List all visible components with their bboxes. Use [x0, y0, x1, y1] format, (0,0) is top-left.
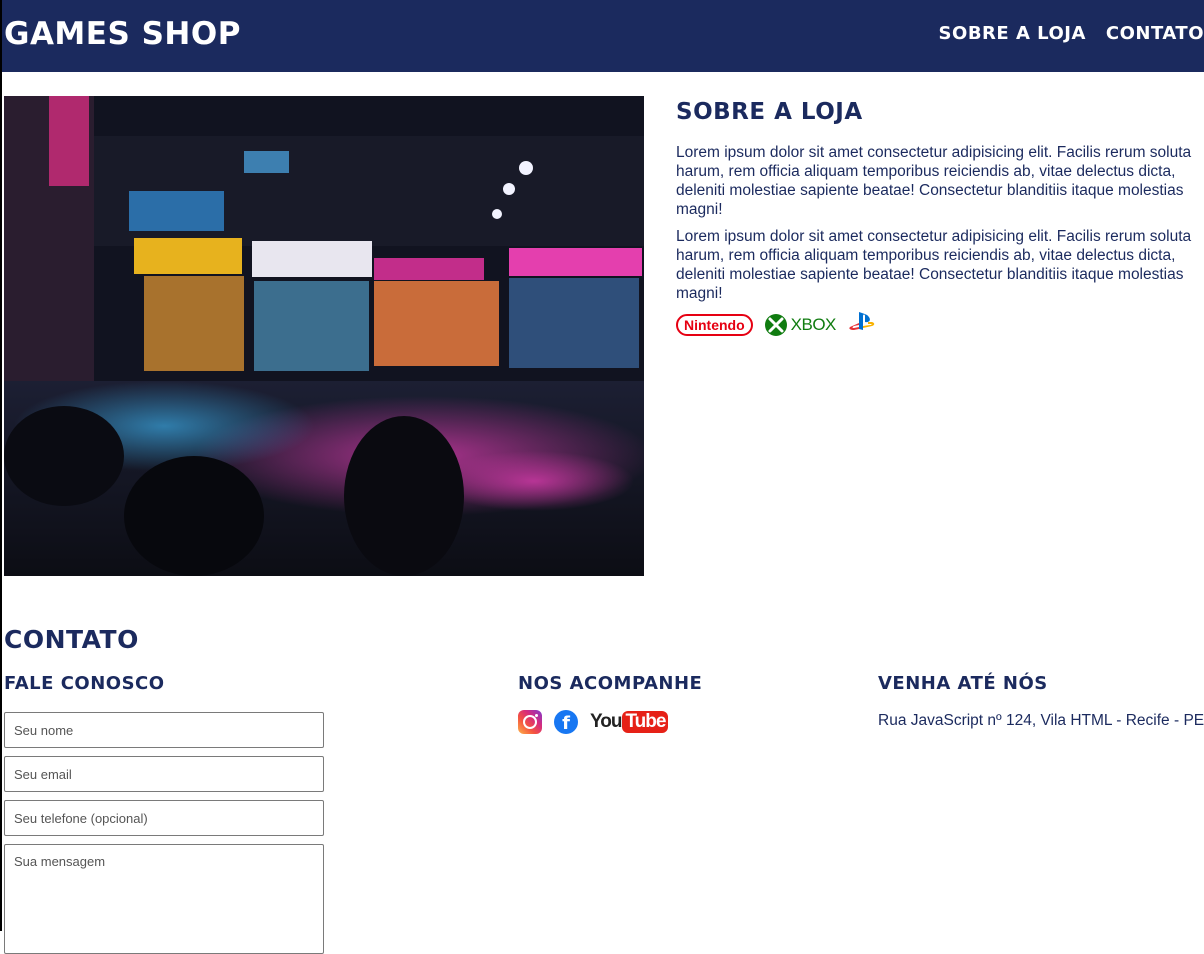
brand-logo[interactable]: GAMES SHOP — [4, 14, 241, 54]
about-title: SOBRE A LOJA — [676, 99, 863, 125]
nav-link-contato[interactable]: CONTATO — [1106, 22, 1204, 46]
youtube-icon[interactable]: You Tube — [590, 711, 669, 733]
youtube-tube-text: Tube — [622, 711, 669, 733]
nav-link-sobre[interactable]: SOBRE A LOJA — [939, 22, 1086, 46]
store-address: Rua JavaScript nº 124, Vila HTML - Recif… — [878, 712, 1204, 729]
main-nav: SOBRE A LOJA CONTATO — [939, 22, 1204, 46]
playstation-icon — [848, 310, 878, 339]
location-title: VENHA ATÉ NÓS — [878, 673, 1048, 694]
about-paragraph: Lorem ipsum dolor sit amet consectetur a… — [676, 228, 1192, 302]
form-title: FALE CONOSCO — [4, 673, 165, 694]
facebook-icon[interactable]: f — [554, 710, 578, 734]
phone-field[interactable] — [4, 800, 324, 836]
name-field[interactable] — [4, 712, 324, 748]
xbox-icon — [764, 313, 787, 336]
social-title: NOS ACOMPANHE — [518, 673, 703, 694]
store-photo — [4, 96, 644, 576]
nintendo-logo: Nintendo — [676, 313, 753, 336]
email-field[interactable] — [4, 756, 324, 792]
social-links: f You Tube — [518, 710, 669, 734]
about-paragraph: Lorem ipsum dolor sit amet consectetur a… — [676, 144, 1192, 218]
contact-title: CONTATO — [4, 625, 139, 654]
instagram-icon[interactable] — [518, 710, 542, 734]
console-brands: Nintendo XBOX — [676, 310, 878, 339]
xbox-label: XBOX — [790, 314, 837, 334]
site-header: GAMES SHOP SOBRE A LOJA CONTATO — [2, 0, 1204, 72]
message-field[interactable] — [4, 844, 324, 954]
xbox-logo: XBOX — [764, 313, 837, 336]
youtube-you-text: You — [590, 711, 623, 732]
